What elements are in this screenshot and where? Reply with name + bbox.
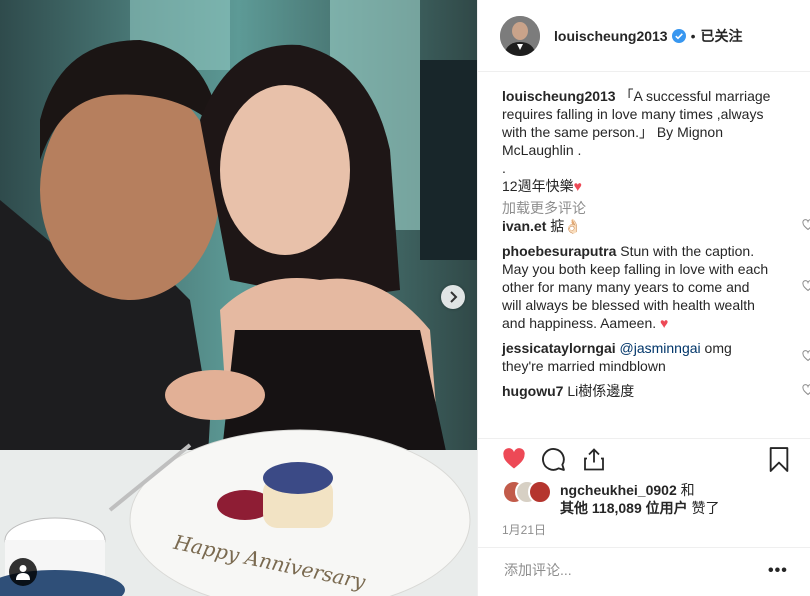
avatar[interactable] [500, 15, 540, 56]
post-panel: louischeung2013 • 已关注 louischeung2013 「A… [477, 0, 810, 596]
likes-others-prefix: 其他 [560, 500, 588, 516]
action-bar [478, 438, 810, 479]
comment-username[interactable]: jessicataylorngai [502, 340, 616, 356]
avatar-image [500, 15, 540, 56]
liker-avatar [528, 480, 552, 504]
comment-item: phoebesuraputra Stun with the caption. M… [502, 242, 810, 332]
comment-item: hugowu7 Li樹係邊度 [502, 382, 810, 400]
comment-item: jessicataylorngai @jasminngai omg they'r… [502, 339, 810, 375]
next-arrow-icon [450, 291, 458, 303]
liker-username[interactable]: ngcheukhei_0902 [560, 482, 677, 498]
comment-like-heart-icon[interactable] [802, 384, 810, 396]
comment-username[interactable]: hugowu7 [502, 383, 563, 399]
user-tags-button[interactable] [9, 558, 37, 586]
likes-others-suffix: 位用户 [645, 500, 688, 516]
separator-dot: • [690, 27, 696, 44]
post-header: louischeung2013 • 已关注 [478, 0, 810, 72]
user-tag-icon [16, 565, 30, 580]
comment-text: 掂👌🏻 [550, 218, 582, 234]
caption-heart-emoji: ♥ [573, 178, 582, 194]
comment-like-heart-icon[interactable] [802, 219, 810, 231]
caption-username[interactable]: louischeung2013 [502, 88, 616, 104]
comment-heart-emoji: ♥ [660, 315, 669, 331]
next-photo-button[interactable] [441, 285, 465, 309]
add-comment-bar: ••• [478, 547, 810, 596]
caption-line-dot: . [502, 160, 506, 176]
caption-anniversary-text: 12週年快樂 [502, 178, 574, 194]
like-heart-icon[interactable] [501, 447, 527, 471]
comment-input[interactable] [502, 561, 756, 579]
comment-like-heart-icon[interactable] [802, 280, 810, 292]
liker-avatars[interactable] [502, 480, 554, 504]
load-more-comments-link[interactable]: 加载更多评论 [502, 199, 772, 217]
comment-like-heart-icon[interactable] [802, 350, 810, 362]
comment-username[interactable]: phoebesuraputra [502, 243, 616, 259]
comment-item: ivan.et 掂👌🏻 [502, 217, 810, 235]
photo-illustration: Happy Anniversary [0, 0, 477, 596]
caption: louischeung2013 「A successful marriage r… [502, 87, 772, 195]
comment-icon[interactable] [541, 447, 566, 472]
comment-text: Li樹係邊度 [567, 383, 635, 399]
verified-badge-icon [671, 28, 686, 43]
likes-and-text: 和 [680, 482, 695, 498]
comment-mention-link[interactable]: @jasminngai [620, 340, 701, 356]
likes-count-link[interactable]: 其他 118,089 位用户 赞了 [560, 499, 720, 517]
header-username[interactable]: louischeung2013 [554, 28, 668, 44]
comment-username[interactable]: ivan.et [502, 218, 546, 234]
likes-count: 118,089 [591, 500, 642, 516]
post-photo[interactable]: Happy Anniversary [0, 0, 477, 596]
comments-list: louischeung2013 「A successful marriage r… [502, 87, 810, 407]
bookmark-icon[interactable] [768, 447, 790, 472]
more-options-icon[interactable]: ••• [768, 562, 788, 580]
share-icon[interactable] [582, 447, 606, 472]
likes-liked-text: 赞了 [691, 500, 720, 516]
following-button[interactable]: 已关注 [701, 26, 743, 46]
post-date[interactable]: 1月21日 [502, 521, 546, 538]
